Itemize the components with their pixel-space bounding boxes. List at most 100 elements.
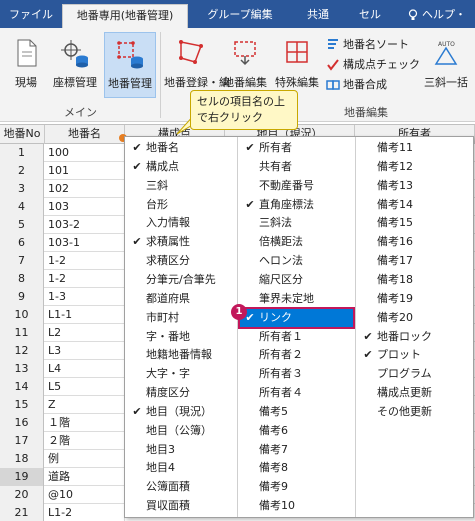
- menu-item[interactable]: 求積区分: [127, 252, 235, 270]
- menu-item[interactable]: 所有者２: [240, 346, 353, 364]
- menu-item[interactable]: 備考9: [240, 478, 353, 496]
- menu-item[interactable]: プログラム: [358, 365, 471, 383]
- menu-item[interactable]: 地目（公簿）: [127, 422, 235, 440]
- header-chiban-no[interactable]: 地番No: [0, 125, 45, 144]
- group-label-main: メイン: [64, 106, 97, 119]
- menu-item[interactable]: 三斜: [127, 177, 235, 195]
- menu-item[interactable]: ✔ 直角座標法: [240, 196, 353, 214]
- chiban-kanri-button[interactable]: 地番管理: [104, 32, 156, 98]
- menu-item[interactable]: 備考8: [240, 459, 353, 477]
- chiban-name-cell[interactable]: 1-3: [48, 288, 66, 306]
- menu-item[interactable]: 備考15: [358, 214, 471, 232]
- menu-item[interactable]: ✔ 地目（現況）: [127, 403, 235, 421]
- menu-item[interactable]: 備考7: [240, 441, 353, 459]
- menu-item[interactable]: 大字・字: [127, 365, 235, 383]
- menu-item[interactable]: 公簿面積: [127, 478, 235, 496]
- chiban-name-cell[interactable]: @10: [48, 486, 73, 504]
- menu-item[interactable]: 精度区分: [127, 384, 235, 402]
- menu-item[interactable]: 分筆元/合筆先: [127, 271, 235, 289]
- chiban-sort-label: 地番名ソート: [343, 38, 409, 51]
- tab-chiban-senyo[interactable]: 地番専用(地番管理): [62, 4, 188, 28]
- genba-button[interactable]: 現場: [6, 32, 46, 98]
- chiban-name-cell[interactable]: L1-2: [48, 504, 72, 521]
- menu-item-label: 倍横距法: [259, 235, 303, 249]
- menu-item[interactable]: 備考6: [240, 422, 353, 440]
- tab-cell[interactable]: セル: [350, 4, 390, 28]
- chiban-gousei-button[interactable]: 地番合成: [326, 76, 387, 94]
- chiban-name-cell[interactable]: 1-2: [48, 270, 66, 288]
- chiban-name-cell[interactable]: 103-2: [48, 216, 80, 234]
- menu-item[interactable]: 所有者３: [240, 365, 353, 383]
- menu-item[interactable]: その他更新: [358, 403, 471, 421]
- menu-item[interactable]: 買収面積: [127, 497, 235, 515]
- menu-item[interactable]: 備考18: [358, 271, 471, 289]
- chiban-name-cell[interactable]: 1-2: [48, 252, 66, 270]
- chiban-name-cell[interactable]: L5: [48, 378, 61, 396]
- menu-item[interactable]: 都道府県: [127, 290, 235, 308]
- menu-item[interactable]: 市町村: [127, 309, 235, 327]
- chiban-name-cell[interactable]: 101: [48, 162, 69, 180]
- menu-item[interactable]: 所有者１: [240, 328, 353, 346]
- header-chiban-name[interactable]: 地番名: [45, 125, 125, 144]
- menu-item[interactable]: 備考11: [358, 139, 471, 157]
- menu-item[interactable]: ✔ 構成点: [127, 158, 235, 176]
- tab-group-edit[interactable]: グループ編集: [194, 4, 286, 28]
- menu-item[interactable]: 備考12: [358, 158, 471, 176]
- menu-item[interactable]: ヘロン法: [240, 252, 353, 270]
- menu-item[interactable]: ✔ リンク: [238, 306, 355, 329]
- chiban-toroku-button[interactable]: 地番登録・編: [164, 32, 230, 98]
- chiban-name-cell[interactable]: L1-1: [48, 306, 72, 324]
- menu-item[interactable]: 地籍地番情報: [127, 346, 235, 364]
- menu-item[interactable]: 倍横距法: [240, 233, 353, 251]
- menu-item[interactable]: ✔ プロット: [358, 346, 471, 364]
- chiban-name-cell[interactable]: 103-1: [48, 234, 80, 252]
- menu-item-label: 直角座標法: [259, 197, 314, 211]
- chiban-name-cell[interactable]: 例: [48, 450, 59, 468]
- chiban-name-cell[interactable]: １階: [48, 414, 70, 432]
- chiban-name-cell[interactable]: Z: [48, 396, 56, 414]
- menu-item[interactable]: ✔ 地番ロック: [358, 328, 471, 346]
- menu-item[interactable]: 備考16: [358, 233, 471, 251]
- chiban-henshu-button[interactable]: 地番編集: [220, 32, 270, 98]
- menu-item[interactable]: ✔ 所有者: [240, 139, 353, 157]
- chiban-name-cell[interactable]: 102: [48, 180, 69, 198]
- menu-item[interactable]: 備考20: [358, 309, 471, 327]
- chiban-name-cell[interactable]: 103: [48, 198, 69, 216]
- menu-item[interactable]: 字・番地: [127, 328, 235, 346]
- chiban-name-cell[interactable]: 100: [48, 144, 69, 162]
- chiban-name-cell[interactable]: 道路: [48, 468, 70, 486]
- menu-item[interactable]: 入力情報: [127, 214, 235, 232]
- menu-item[interactable]: 構成点更新: [358, 384, 471, 402]
- chiban-name-cell[interactable]: L4: [48, 360, 61, 378]
- menu-item[interactable]: 共有者: [240, 158, 353, 176]
- menu-item[interactable]: 地目3: [127, 441, 235, 459]
- chiban-sort-button[interactable]: 地番名ソート: [326, 36, 409, 54]
- ribbon-tab-bar: ファイル 地番専用(地番管理) グループ編集 共通 セル ヘルプ・: [0, 0, 475, 28]
- chiban-name-cell[interactable]: L2: [48, 324, 61, 342]
- tab-file[interactable]: ファイル: [8, 4, 54, 28]
- menu-item[interactable]: ✔ 地番名: [127, 139, 235, 157]
- zahyo-kanri-button[interactable]: 座標管理: [48, 32, 102, 98]
- menu-item[interactable]: 備考5: [240, 403, 353, 421]
- menu-item[interactable]: 備考10: [240, 497, 353, 515]
- chiban-name-cell[interactable]: L3: [48, 342, 61, 360]
- menu-item[interactable]: 備考14: [358, 196, 471, 214]
- help-search[interactable]: ヘルプ・: [408, 6, 475, 24]
- menu-column-3: 備考11 備考12 備考13 備考14 備考15 備考16 備考17 備考18 備考19 備考20…: [355, 137, 473, 517]
- tab-common[interactable]: 共通: [296, 4, 340, 28]
- kosei-check-button[interactable]: 構成点チェック: [326, 56, 420, 74]
- menu-item[interactable]: 三斜法: [240, 214, 353, 232]
- menu-item[interactable]: 備考17: [358, 252, 471, 270]
- sankaku-ikkatsu-button[interactable]: AUTO 三斜一括: [422, 32, 470, 98]
- menu-item[interactable]: 所有者４: [240, 384, 353, 402]
- menu-item[interactable]: 地目4: [127, 459, 235, 477]
- chiban-name-cell[interactable]: ２階: [48, 432, 70, 450]
- menu-item[interactable]: 不動産番号: [240, 177, 353, 195]
- menu-item[interactable]: 備考13: [358, 177, 471, 195]
- menu-item[interactable]: 台形: [127, 196, 235, 214]
- menu-item[interactable]: 筆界未定地: [240, 290, 353, 308]
- tokushu-henshu-button[interactable]: 特殊編集: [272, 32, 322, 98]
- menu-item[interactable]: 縮尺区分: [240, 271, 353, 289]
- menu-item[interactable]: 備考19: [358, 290, 471, 308]
- menu-item[interactable]: ✔ 求積属性: [127, 233, 235, 251]
